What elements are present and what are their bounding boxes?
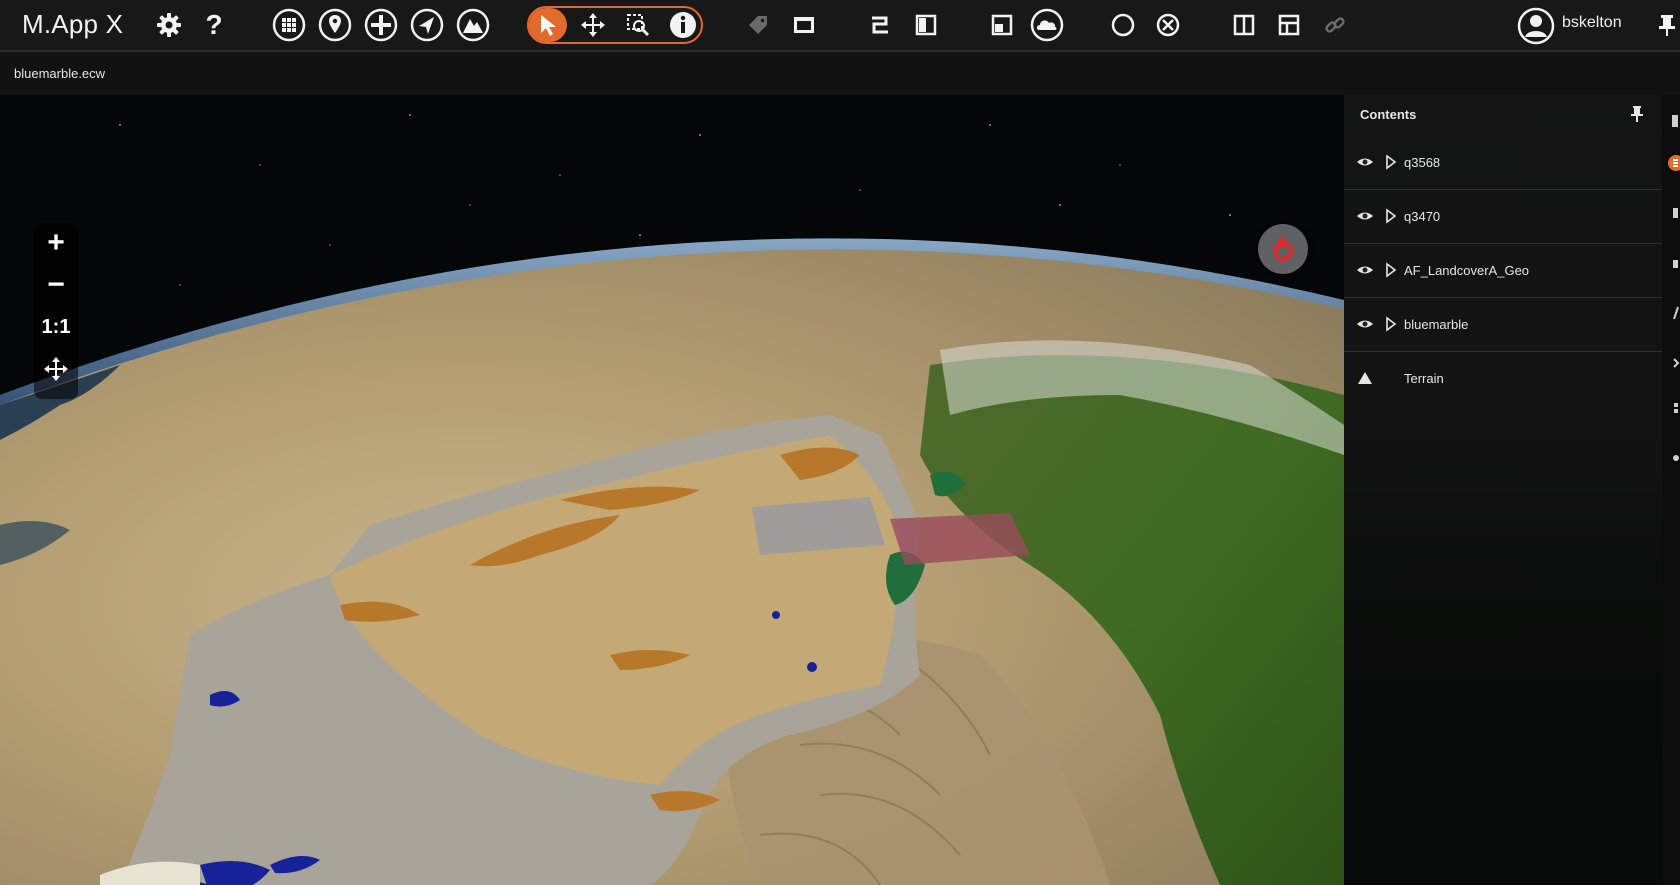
scale-one-to-one-button[interactable]: 1:1: [34, 307, 78, 347]
layer-row-af-landcover[interactable]: AF_LandcoverA_Geo: [1344, 244, 1662, 298]
compass-icon: [1273, 237, 1293, 261]
user-avatar-icon[interactable]: [1517, 7, 1555, 45]
navigate-arrow-icon[interactable]: [410, 8, 444, 42]
swipe-icon[interactable]: [863, 8, 897, 42]
link-icon[interactable]: [1318, 8, 1352, 42]
help-question-icon[interactable]: ?: [197, 8, 231, 42]
move-arrows-icon: [44, 357, 68, 381]
compass-button[interactable]: [1258, 224, 1308, 274]
pan-reset-button[interactable]: [34, 349, 78, 389]
zoom-out-button[interactable]: −: [34, 265, 78, 305]
zoom-in-button[interactable]: +: [34, 223, 78, 263]
breadcrumb-file[interactable]: bluemarble.ecw: [14, 66, 105, 81]
layer-name: q3470: [1404, 209, 1441, 224]
layer-row-q3470[interactable]: q3470: [1344, 190, 1662, 244]
overview-icon[interactable]: [985, 8, 1019, 42]
tool-tab-icon[interactable]: [1664, 450, 1680, 466]
settings-gear-icon[interactable]: [152, 8, 186, 42]
visibility-eye-icon[interactable]: [1356, 153, 1374, 171]
circle-icon[interactable]: [1106, 8, 1140, 42]
layer-name: q3568: [1404, 155, 1441, 170]
contents-panel: Contents q3568 q3470 AF_LandcoverA_Geo b…: [1344, 95, 1662, 885]
zoom-out-icon: −: [47, 268, 65, 301]
columns-icon[interactable]: [1227, 8, 1261, 42]
map-zoom-controls: + − 1:1: [34, 223, 78, 399]
pin-panel-icon[interactable]: [1628, 105, 1646, 123]
placemark-pin-icon[interactable]: [318, 8, 352, 42]
terrain-peaks-icon[interactable]: [456, 8, 490, 42]
imagery-tile-q3568: [752, 497, 885, 555]
clear-circle-icon[interactable]: [1151, 8, 1185, 42]
layer-row-terrain[interactable]: Terrain: [1344, 352, 1662, 406]
contents-title: Contents: [1360, 107, 1417, 122]
app-title: M.App X: [22, 9, 124, 39]
user-name[interactable]: bskelton: [1562, 14, 1622, 32]
layer-row-bluemarble[interactable]: bluemarble: [1344, 298, 1662, 352]
layer-row-q3568[interactable]: q3568: [1344, 136, 1662, 190]
window-icon[interactable]: [787, 8, 821, 42]
info-icon[interactable]: [666, 8, 700, 42]
layer-name: bluemarble: [1404, 317, 1469, 332]
layer-name: Terrain: [1404, 371, 1444, 386]
tool-tab-icon[interactable]: [1664, 205, 1680, 221]
expand-triangle-icon[interactable]: [1384, 261, 1398, 279]
strip-pin-icon[interactable]: [1664, 113, 1680, 129]
pan-move-icon[interactable]: [576, 8, 610, 42]
expand-triangle-icon[interactable]: [1384, 153, 1398, 171]
select-pointer-icon[interactable]: [531, 8, 565, 42]
layers-tab-icon[interactable]: [1664, 155, 1680, 171]
visibility-eye-icon[interactable]: [1356, 315, 1374, 333]
layer-name: AF_LandcoverA_Geo: [1404, 263, 1530, 278]
tag-icon[interactable]: [741, 8, 775, 42]
frame-icon[interactable]: [1272, 8, 1306, 42]
terrain-layer-icon[interactable]: [1356, 369, 1374, 387]
zoom-area-icon[interactable]: [621, 8, 655, 42]
zoom-in-icon: +: [47, 226, 65, 259]
tool-tab-icon[interactable]: [1664, 355, 1680, 371]
grid-icon[interactable]: [272, 8, 306, 42]
scale-label: 1:1: [41, 315, 71, 338]
side-tool-strip: [1662, 95, 1680, 885]
breadcrumb: bluemarble.ecw: [0, 52, 1680, 95]
main-toolbar: M.App X ? bskelton: [0, 0, 1680, 52]
pin-toolbar-icon[interactable]: [1656, 8, 1678, 42]
tool-tab-icon[interactable]: [1664, 255, 1680, 271]
cloud-icon[interactable]: [1030, 8, 1064, 42]
expand-triangle-icon[interactable]: [1384, 315, 1398, 333]
add-circle-icon[interactable]: [364, 8, 398, 42]
tool-tab-icon[interactable]: [1664, 305, 1680, 321]
tool-tab-icon[interactable]: [1664, 400, 1680, 416]
split-view-icon[interactable]: [909, 8, 943, 42]
expand-triangle-icon[interactable]: [1384, 207, 1398, 225]
visibility-eye-icon[interactable]: [1356, 261, 1374, 279]
visibility-eye-icon[interactable]: [1356, 207, 1374, 225]
